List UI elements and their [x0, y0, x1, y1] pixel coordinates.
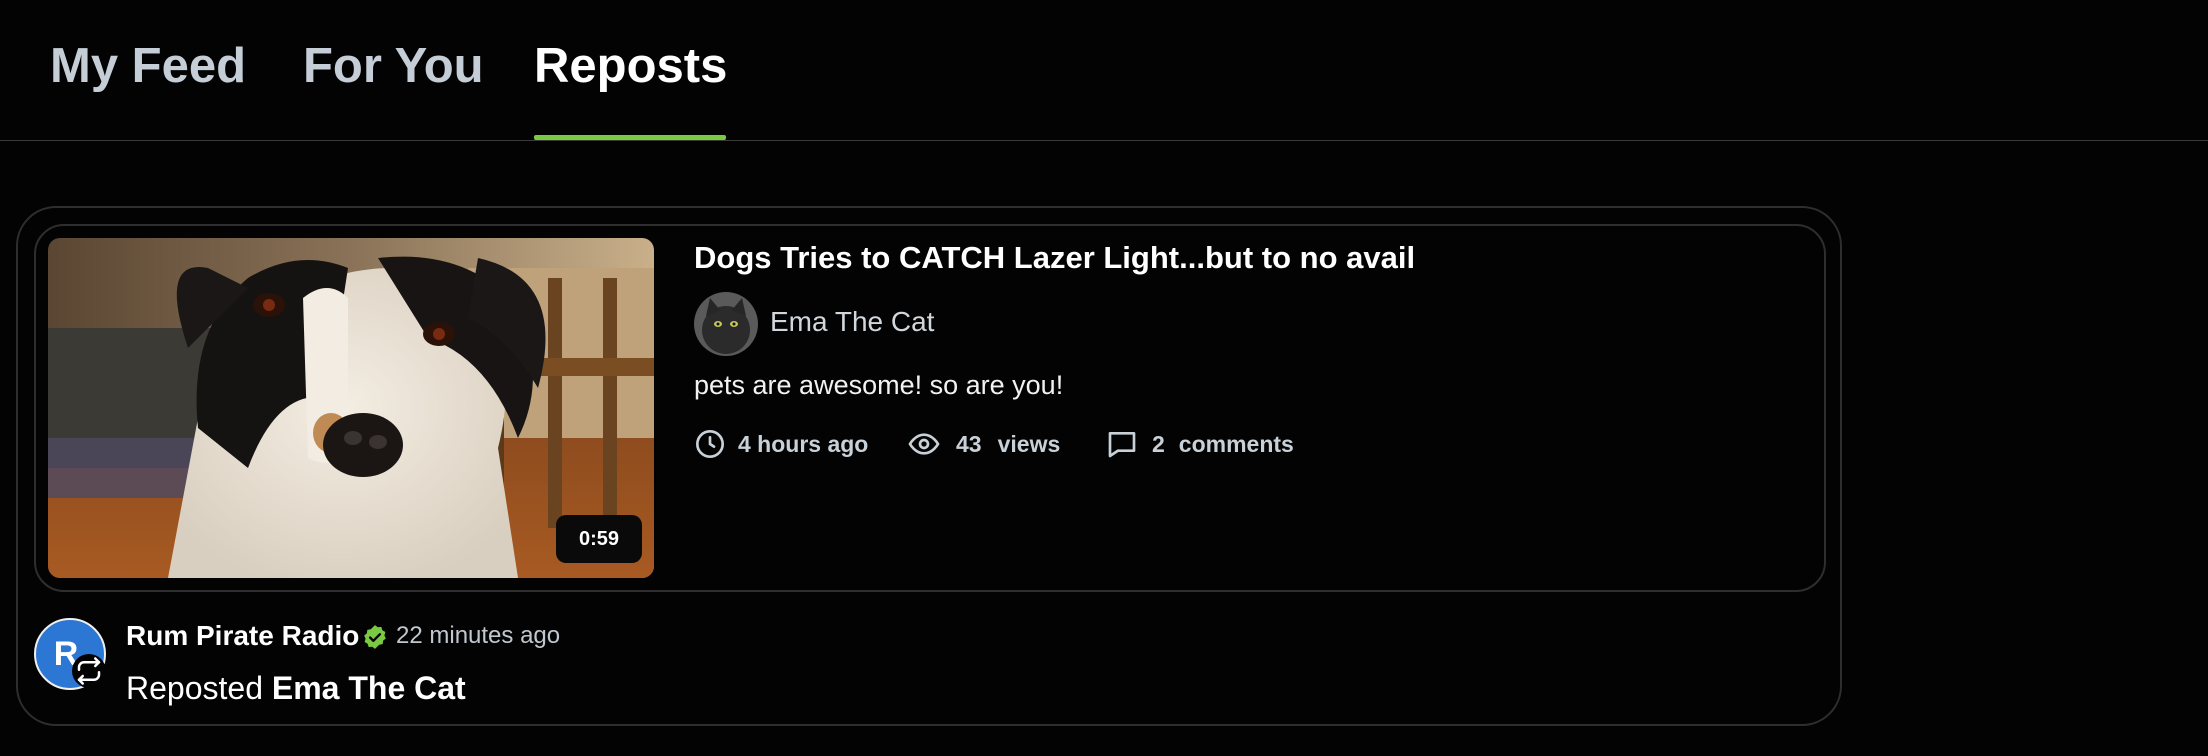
repost-description: Reposted Ema The Cat [126, 670, 466, 707]
video-duration-badge: 0:59 [556, 515, 642, 563]
repost-icon [72, 654, 106, 688]
views-label: views [997, 430, 1061, 457]
clock-icon [696, 430, 724, 458]
comments-count: 2 [1152, 430, 1165, 457]
video-time: 4 hours ago [694, 428, 868, 460]
active-tab-indicator [534, 135, 726, 140]
comments-label: comments [1178, 430, 1294, 457]
feed-tabs: My Feed For You Reposts [0, 0, 2208, 141]
eye-icon [908, 433, 940, 455]
video-views: 43 views [908, 428, 1060, 460]
verified-badge-icon [364, 625, 386, 649]
comment-icon [1108, 432, 1136, 458]
video-time-text: 4 hours ago [738, 430, 869, 457]
tab-my-feed[interactable]: My Feed [50, 38, 246, 94]
cat-photo [694, 292, 758, 356]
video-title[interactable]: Dogs Tries to CATCH Lazer Light...but to… [694, 240, 1415, 276]
repost-time: 22 minutes ago [396, 622, 561, 649]
tab-for-you[interactable]: For You [303, 38, 484, 94]
tab-reposts[interactable]: Reposts [534, 38, 727, 94]
channel-avatar[interactable] [694, 292, 758, 356]
repost-action: Reposted [126, 670, 263, 706]
views-count: 43 [956, 430, 982, 457]
video-description: pets are awesome! so are you! [694, 370, 1064, 400]
repost-target-link[interactable]: Ema The Cat [272, 670, 466, 706]
channel-name[interactable]: Ema The Cat [770, 306, 934, 338]
reposter-name[interactable]: Rum Pirate Radio [126, 620, 359, 652]
video-comments[interactable]: 2 comments [1106, 428, 1294, 460]
